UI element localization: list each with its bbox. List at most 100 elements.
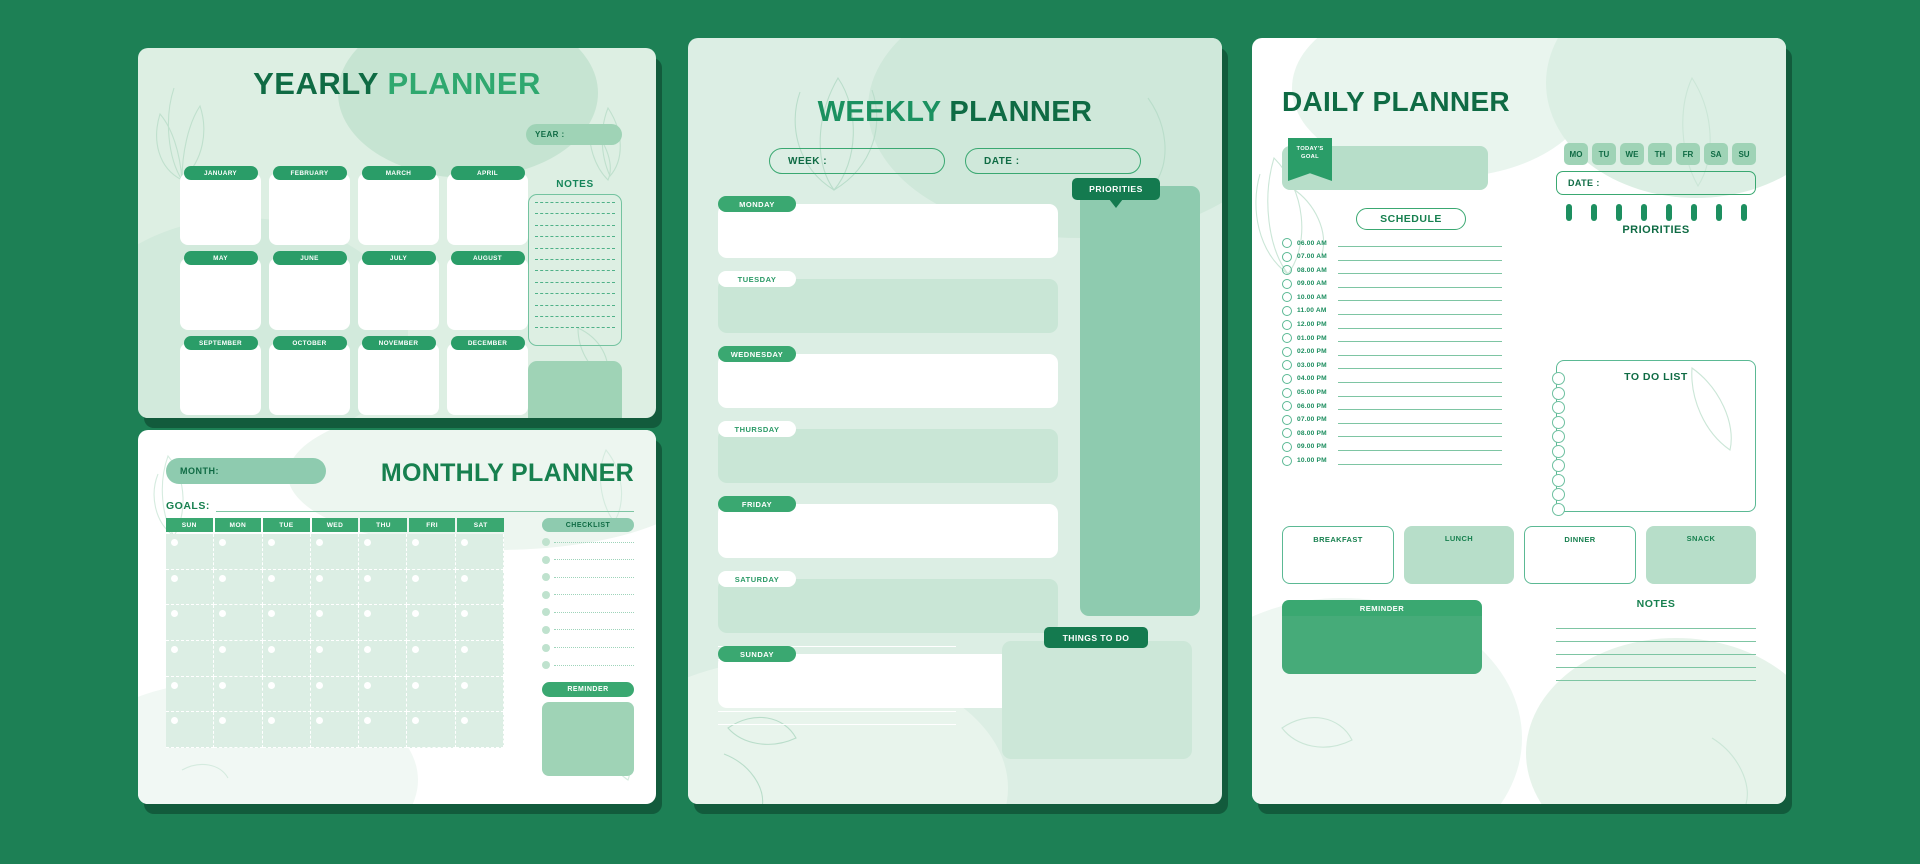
calendar-cell[interactable]	[359, 676, 408, 713]
calendar-cell[interactable]	[214, 569, 263, 606]
calendar-cell[interactable]	[359, 605, 408, 641]
day-toggle-we[interactable]: WE	[1620, 143, 1644, 165]
checklist-checkbox[interactable]	[542, 555, 550, 564]
calendar-cell[interactable]	[166, 676, 215, 713]
schedule-row[interactable]: 07.00 AM	[1282, 251, 1502, 262]
yearly-extra-box[interactable]	[528, 361, 622, 418]
schedule-checkbox[interactable]	[1282, 305, 1292, 316]
month-write-area[interactable]	[269, 343, 350, 415]
calendar-cell[interactable]	[214, 534, 263, 570]
calendar-cell[interactable]	[262, 605, 311, 641]
schedule-checkbox[interactable]	[1282, 360, 1292, 371]
calendar-cell[interactable]	[214, 605, 263, 641]
schedule-checkbox[interactable]	[1282, 333, 1292, 344]
calendar-cell[interactable]	[262, 676, 311, 713]
day-toggle-sa[interactable]: SA	[1704, 143, 1728, 165]
checklist-checkbox[interactable]	[542, 625, 550, 634]
calendar-cell[interactable]	[455, 569, 504, 606]
checklist-checkbox[interactable]	[542, 590, 550, 599]
month-write-area[interactable]	[358, 173, 439, 245]
calendar-cell[interactable]	[310, 712, 360, 748]
weekday-write-area[interactable]	[718, 279, 1058, 333]
schedule-checkbox[interactable]	[1282, 401, 1292, 412]
calendar-cell[interactable]	[262, 569, 311, 606]
calendar-cell[interactable]	[455, 641, 504, 677]
schedule-row[interactable]: 01.00 PM	[1282, 333, 1502, 344]
calendar-cell[interactable]	[455, 534, 504, 570]
calendar-cell[interactable]	[407, 605, 456, 641]
monthly-reminder-box[interactable]	[542, 702, 634, 776]
schedule-row[interactable]: 10.00 AM	[1282, 292, 1502, 303]
calendar-cell[interactable]	[166, 534, 215, 570]
calendar-cell[interactable]	[359, 641, 408, 677]
calendar-cell[interactable]	[214, 676, 263, 713]
day-toggle-tu[interactable]: TU	[1592, 143, 1616, 165]
schedule-checkbox[interactable]	[1282, 251, 1292, 262]
weekly-priorities-box[interactable]	[1080, 186, 1200, 616]
month-write-area[interactable]	[358, 343, 439, 415]
checklist-checkbox[interactable]	[542, 643, 550, 652]
checklist-checkbox[interactable]	[542, 538, 550, 546]
weekday-write-area[interactable]	[718, 204, 1058, 258]
schedule-row[interactable]: 06.00 PM	[1282, 401, 1502, 412]
schedule-row[interactable]: 02.00 PM	[1282, 346, 1502, 357]
calendar-cell[interactable]	[407, 534, 456, 570]
calendar-cell[interactable]	[166, 605, 215, 641]
month-write-area[interactable]	[269, 173, 350, 245]
calendar-cell[interactable]	[214, 712, 263, 748]
schedule-checkbox[interactable]	[1282, 387, 1292, 398]
month-write-area[interactable]	[180, 258, 261, 330]
month-write-area[interactable]	[269, 258, 350, 330]
month-write-area[interactable]	[180, 343, 261, 415]
goals-input-line[interactable]	[215, 501, 634, 512]
calendar-cell[interactable]	[166, 641, 215, 677]
schedule-checkbox[interactable]	[1282, 238, 1292, 248]
calendar-cell[interactable]	[455, 605, 504, 641]
weekday-write-area[interactable]	[718, 579, 1058, 633]
checklist-checkbox[interactable]	[542, 608, 550, 617]
checklist-row[interactable]	[542, 555, 634, 564]
schedule-checkbox[interactable]	[1282, 414, 1292, 425]
schedule-row[interactable]: 11.00 AM	[1282, 305, 1502, 316]
calendar-cell[interactable]	[262, 534, 311, 570]
day-toggle-mo[interactable]: MO	[1564, 143, 1588, 165]
schedule-checkbox[interactable]	[1282, 319, 1292, 330]
day-toggle-su[interactable]: SU	[1732, 143, 1756, 165]
calendar-cell[interactable]	[407, 641, 456, 677]
things-to-do-box[interactable]	[1002, 641, 1192, 759]
calendar-cell[interactable]	[310, 676, 360, 713]
meal-box-snack[interactable]: SNACK	[1646, 526, 1756, 584]
meal-box-breakfast[interactable]: BREAKFAST	[1282, 526, 1394, 584]
day-toggle-fr[interactable]: FR	[1676, 143, 1700, 165]
month-write-area[interactable]	[447, 258, 528, 330]
schedule-row[interactable]: 06.00 AM	[1282, 238, 1502, 248]
schedule-checkbox[interactable]	[1282, 428, 1292, 439]
date-input-field[interactable]: DATE :	[965, 148, 1141, 174]
schedule-row[interactable]: 12.00 PM	[1282, 319, 1502, 330]
calendar-cell[interactable]	[359, 712, 408, 748]
month-write-area[interactable]	[447, 173, 528, 245]
checklist-row[interactable]	[542, 608, 634, 617]
schedule-row[interactable]: 09.00 PM	[1282, 441, 1502, 452]
schedule-checkbox[interactable]	[1282, 265, 1292, 276]
schedule-row[interactable]: 08.00 AM	[1282, 265, 1502, 276]
yearly-notes-area[interactable]	[528, 194, 622, 346]
weekday-write-area[interactable]	[718, 504, 1058, 558]
schedule-row[interactable]: 07.00 PM	[1282, 414, 1502, 425]
checklist-checkbox[interactable]	[542, 573, 550, 582]
month-write-area[interactable]	[358, 258, 439, 330]
weekday-write-area[interactable]	[718, 354, 1058, 408]
checklist-row[interactable]	[542, 625, 634, 634]
month-input-field[interactable]: MONTH:	[166, 458, 326, 484]
schedule-row[interactable]: 08.00 PM	[1282, 428, 1502, 439]
daily-reminder-box[interactable]	[1282, 616, 1482, 674]
month-write-area[interactable]	[447, 343, 528, 415]
schedule-row[interactable]: 09.00 AM	[1282, 278, 1502, 289]
schedule-row[interactable]: 05.00 PM	[1282, 387, 1502, 398]
calendar-cell[interactable]	[310, 641, 360, 677]
todo-list-box[interactable]: TO DO LIST	[1552, 360, 1756, 516]
daily-date-field[interactable]: DATE :	[1556, 171, 1756, 195]
checklist-row[interactable]	[542, 538, 634, 546]
calendar-cell[interactable]	[166, 712, 215, 748]
daily-priorities-pad[interactable]	[1556, 216, 1756, 354]
